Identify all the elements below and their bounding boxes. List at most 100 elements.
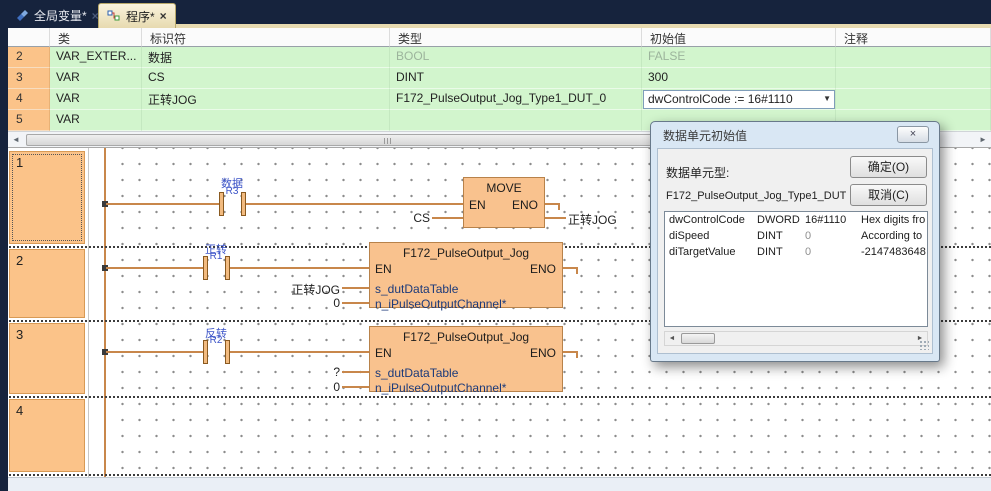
member-comment: Hex digits fro <box>861 214 925 226</box>
app-window: 全局变量* × 程序* × 类 标识符 类型 初始值 注释 2 VAR_EXTE… <box>0 0 991 491</box>
resize-grip[interactable] <box>919 340 929 350</box>
rung-number-3[interactable]: 3 <box>9 323 85 394</box>
member-comment: -2147483648 <box>861 246 926 258</box>
rung-number-1[interactable]: 1 <box>9 151 85 244</box>
power-rail <box>104 148 106 477</box>
contact-address: R1 <box>181 251 251 262</box>
ok-button[interactable]: 确定(O) <box>850 156 927 178</box>
contact-address: R3 <box>197 186 267 197</box>
cell-class[interactable]: VAR <box>50 110 142 131</box>
cell-comment[interactable] <box>836 68 991 89</box>
cell-type[interactable]: F172_PulseOutput_Jog_Type1_DUT_0 <box>390 89 642 110</box>
member-row[interactable]: diTargetValue DINT 0 -2147483648 <box>665 244 927 260</box>
operand-input[interactable]: 0 <box>300 380 340 394</box>
row-number[interactable]: 3 <box>8 68 50 89</box>
pin-dutdatatable: s_dutDataTable <box>375 282 458 296</box>
header-type[interactable]: 类型 <box>390 28 642 47</box>
initial-value-dropdown[interactable]: dwControlCode := 16#1110 ▼ <box>643 90 835 109</box>
rung-separator <box>9 396 991 398</box>
cell-identifier[interactable]: 正转JOG <box>142 89 390 110</box>
cell-initial-value[interactable]: 300 <box>642 68 836 89</box>
f172-pulseoutput-jog-block[interactable]: F172_PulseOutput_Jog EN ENO s_dutDataTab… <box>369 326 563 392</box>
rung-number-4[interactable]: 4 <box>9 399 85 472</box>
pin-dutdatatable: s_dutDataTable <box>375 366 458 380</box>
contact-bar-left[interactable] <box>203 340 208 364</box>
contact-bar-left[interactable] <box>219 192 224 216</box>
wire <box>230 351 369 353</box>
wire <box>432 217 463 219</box>
contact-bar-left[interactable] <box>203 256 208 280</box>
wire <box>106 351 203 353</box>
pin-eno: ENO <box>530 346 556 360</box>
dialog-title: 数据单元初始值 <box>663 127 747 144</box>
member-list[interactable]: dwControlCode DWORD 16#1110 Hex digits f… <box>664 211 928 327</box>
member-name: diSpeed <box>669 230 709 242</box>
thumb-grip <box>384 138 392 144</box>
wire <box>246 203 463 205</box>
scroll-left-icon[interactable]: ◄ <box>8 132 24 148</box>
list-hscrollbar[interactable]: ◄ ► <box>664 331 928 346</box>
header-class[interactable]: 类 <box>50 28 142 47</box>
cell-identifier[interactable]: 数据 <box>142 47 390 68</box>
row-number[interactable]: 4 <box>8 89 50 110</box>
header-identifier[interactable]: 标识符 <box>142 28 390 47</box>
member-row[interactable]: diSpeed DINT 0 According to <box>665 228 927 244</box>
cell-class[interactable]: VAR_EXTER... <box>50 47 142 68</box>
chevron-down-icon[interactable]: ▼ <box>823 94 831 103</box>
global-vars-icon <box>16 9 29 22</box>
status-strip <box>0 477 991 491</box>
cell-class[interactable]: VAR <box>50 89 142 110</box>
block-title: F172_PulseOutput_Jog <box>370 246 562 260</box>
wire <box>545 217 566 219</box>
f172-pulseoutput-jog-block[interactable]: F172_PulseOutput_Jog EN ENO s_dutDataTab… <box>369 242 563 308</box>
pin-en: EN <box>375 262 392 276</box>
tab-program[interactable]: 程序* × <box>98 3 176 28</box>
rung-separator <box>9 474 991 476</box>
cell-identifier[interactable] <box>142 110 390 131</box>
cell-type[interactable]: DINT <box>390 68 642 89</box>
scrollbar-thumb[interactable] <box>681 333 715 344</box>
row-number[interactable]: 2 <box>8 47 50 68</box>
member-type: DWORD <box>757 214 800 226</box>
row-number[interactable]: 5 <box>8 110 50 131</box>
cell-initial-value[interactable]: FALSE <box>642 47 836 68</box>
block-title: MOVE <box>464 181 544 195</box>
wire <box>342 287 369 289</box>
data-unit-initial-value-dialog: 数据单元初始值 × 数据单元型: 确定(O) 取消(C) F172_PulseO… <box>650 121 940 362</box>
wire <box>106 267 203 269</box>
header-initial-value[interactable]: 初始值 <box>642 28 836 47</box>
eno-stub-hook <box>576 267 578 274</box>
cell-type[interactable]: BOOL <box>390 47 642 68</box>
cancel-button[interactable]: 取消(C) <box>850 184 927 206</box>
wire <box>342 386 369 388</box>
program-icon <box>107 10 121 22</box>
operand-input[interactable]: CS <box>390 211 430 225</box>
tab-close-icon[interactable]: × <box>160 9 167 23</box>
operand-output[interactable]: 正转JOG <box>568 211 617 228</box>
wire <box>342 302 369 304</box>
rung-number-2[interactable]: 2 <box>9 249 85 318</box>
cell-comment[interactable] <box>836 47 991 68</box>
scrollbar-thumb[interactable] <box>26 134 742 146</box>
member-row[interactable]: dwControlCode DWORD 16#1110 Hex digits f… <box>665 212 927 228</box>
scroll-right-icon[interactable]: ► <box>975 132 991 148</box>
pin-en: EN <box>375 346 392 360</box>
move-block[interactable]: MOVE EN ENO <box>463 177 545 228</box>
close-icon[interactable]: × <box>897 126 929 143</box>
cell-type[interactable] <box>390 110 642 131</box>
member-name: dwControlCode <box>669 214 745 226</box>
eno-stub-hook <box>558 203 560 210</box>
cell-class[interactable]: VAR <box>50 68 142 89</box>
pin-pulseoutputchannel: n_iPulseOutputChannel* <box>375 297 506 311</box>
cell-comment[interactable] <box>836 89 991 110</box>
wire <box>230 267 369 269</box>
member-value: 0 <box>805 246 811 258</box>
header-comment[interactable]: 注释 <box>836 28 991 47</box>
operand-input[interactable]: 0 <box>300 296 340 310</box>
eno-stub-hook <box>576 351 578 358</box>
tab-global-variables[interactable]: 全局变量* × <box>8 3 107 28</box>
scroll-left-icon[interactable]: ◄ <box>665 332 679 345</box>
cell-identifier[interactable]: CS <box>142 68 390 89</box>
dropdown-value: dwControlCode := 16#1110 <box>648 92 793 106</box>
operand-input[interactable]: ? <box>300 365 340 379</box>
